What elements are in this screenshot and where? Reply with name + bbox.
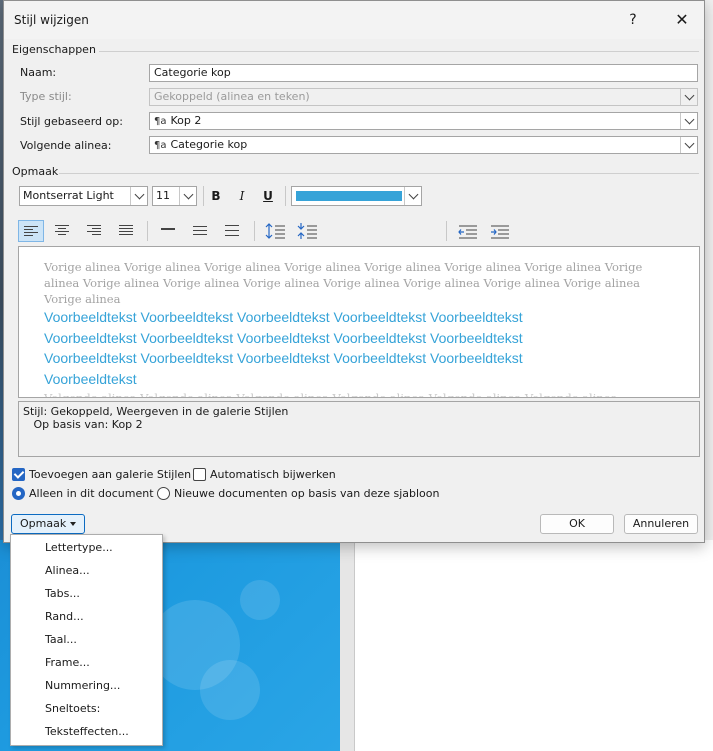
- next-paragraph-value: Categorie kop: [170, 138, 248, 151]
- font-name-value: Montserrat Light: [23, 189, 114, 202]
- caret-down-icon: [70, 522, 77, 526]
- format-menu-button[interactable]: Opmaak: [11, 514, 85, 534]
- format-divider: [59, 173, 699, 174]
- double-spacing-button[interactable]: [220, 220, 246, 242]
- one-half-spacing-icon: [193, 226, 207, 237]
- menu-item-text-effects[interactable]: Teksteffecten...: [45, 725, 129, 738]
- style-type-label: Type stijl:: [20, 90, 72, 103]
- indent-icon: [491, 225, 509, 239]
- font-color-select[interactable]: [291, 186, 422, 206]
- increase-indent-button[interactable]: [487, 220, 513, 242]
- single-spacing-icon: [161, 228, 175, 232]
- name-label: Naam:: [20, 66, 57, 79]
- title-bar: Stijl wijzigen ? ✕: [4, 1, 704, 39]
- properties-divider: [99, 51, 699, 52]
- preview-previous-paragraph: Vorige alinea Vorige alinea Vorige aline…: [44, 260, 643, 306]
- double-spacing-icon: [225, 225, 239, 238]
- toolbar-separator: [446, 221, 447, 241]
- bold-button[interactable]: B: [205, 186, 227, 206]
- style-description-line: Op basis van: Kop 2: [23, 418, 143, 431]
- spacing-increase-icon: [265, 223, 285, 239]
- menu-item-paragraph[interactable]: Alinea...: [45, 564, 90, 577]
- single-spacing-button[interactable]: [156, 220, 182, 242]
- decrease-indent-button[interactable]: [455, 220, 481, 242]
- align-right-button[interactable]: [82, 220, 108, 242]
- close-button[interactable]: ✕: [662, 5, 702, 35]
- preview-sample-text: Voorbeeldtekst Voorbeeldtekst Voorbeeldt…: [44, 309, 523, 387]
- based-on-value: Kop 2: [170, 114, 202, 127]
- align-right-icon: [87, 225, 101, 237]
- underline-button[interactable]: U: [257, 186, 279, 206]
- format-section-title: Opmaak: [12, 165, 59, 178]
- only-this-document-label[interactable]: Alleen in dit document: [29, 487, 154, 500]
- toolbar-separator: [285, 186, 286, 206]
- dialog-title: Stijl wijzigen: [14, 13, 89, 27]
- properties-section-title: Eigenschappen: [12, 43, 96, 56]
- outdent-icon: [458, 225, 477, 239]
- background-page-border: [354, 540, 355, 751]
- align-center-icon: [55, 225, 69, 237]
- align-center-button[interactable]: [50, 220, 76, 242]
- font-size-select[interactable]: 11: [152, 186, 197, 206]
- align-left-icon: [24, 226, 38, 238]
- font-size-value: 11: [156, 189, 170, 202]
- font-name-select[interactable]: Montserrat Light: [19, 186, 148, 206]
- chevron-down-icon: [680, 89, 697, 105]
- toolbar-separator: [147, 221, 148, 241]
- name-value: Categorie kop: [154, 66, 231, 79]
- toolbar-separator: [203, 186, 204, 206]
- format-dropdown-menu: Lettertype... Alinea... Tabs... Rand... …: [10, 534, 163, 746]
- style-preview: Vorige alinea Vorige alinea Vorige aline…: [18, 246, 700, 398]
- menu-item-numbering[interactable]: Nummering...: [45, 679, 120, 692]
- chevron-down-icon[interactable]: [179, 187, 196, 205]
- spacing-decrease-icon: [297, 223, 317, 239]
- name-input[interactable]: Categorie kop: [149, 64, 698, 82]
- one-half-spacing-button[interactable]: [188, 220, 214, 242]
- menu-item-language[interactable]: Taal...: [45, 633, 77, 646]
- preview-next-paragraph: Volgende alinea Volgende alinea Volgende…: [44, 391, 618, 398]
- menu-item-tabs[interactable]: Tabs...: [45, 587, 80, 600]
- new-documents-label[interactable]: Nieuwe documenten op basis van deze sjab…: [174, 487, 439, 500]
- style-description: Stijl: Gekoppeld, Weergeven in de galeri…: [18, 401, 700, 457]
- align-left-button[interactable]: [18, 220, 44, 242]
- next-paragraph-label: Volgende alinea:: [20, 139, 112, 152]
- format-menu-label: Opmaak: [20, 517, 67, 530]
- justify-icon: [119, 225, 133, 237]
- add-to-gallery-label[interactable]: Toevoegen aan galerie Stijlen: [29, 468, 191, 481]
- style-type-select: Gekoppeld (alinea en teken): [149, 88, 698, 106]
- menu-item-frame[interactable]: Frame...: [45, 656, 90, 669]
- add-to-gallery-checkbox[interactable]: [12, 468, 25, 481]
- help-button[interactable]: ?: [616, 5, 650, 35]
- menu-item-font[interactable]: Lettertype...: [45, 541, 113, 554]
- chevron-down-icon[interactable]: [404, 187, 421, 205]
- justify-button[interactable]: [114, 220, 140, 242]
- chevron-down-icon[interactable]: [680, 137, 697, 153]
- chevron-down-icon[interactable]: [680, 113, 697, 129]
- cancel-button[interactable]: Annuleren: [624, 514, 698, 534]
- only-this-document-radio[interactable]: [12, 487, 25, 500]
- modify-style-dialog: Stijl wijzigen ? ✕ Eigenschappen Naam: C…: [3, 0, 705, 543]
- ok-button[interactable]: OK: [540, 514, 614, 534]
- based-on-label: Stijl gebaseerd op:: [20, 115, 123, 128]
- style-type-value: Gekoppeld (alinea en teken): [154, 90, 310, 103]
- based-on-select[interactable]: ¶a Kop 2: [149, 112, 698, 130]
- menu-item-border[interactable]: Rand...: [45, 610, 84, 623]
- paragraph-style-icon: ¶a: [154, 116, 167, 127]
- auto-update-checkbox[interactable]: [193, 468, 206, 481]
- paragraph-style-icon: ¶a: [154, 140, 167, 151]
- chevron-down-icon[interactable]: [130, 187, 147, 205]
- italic-button[interactable]: I: [231, 186, 253, 206]
- new-documents-radio[interactable]: [157, 487, 170, 500]
- increase-spacing-button[interactable]: [263, 220, 289, 242]
- decrease-spacing-button[interactable]: [295, 220, 321, 242]
- background-page-gap: [340, 540, 355, 751]
- auto-update-label[interactable]: Automatisch bijwerken: [210, 468, 336, 481]
- toolbar-separator: [254, 221, 255, 241]
- next-paragraph-select[interactable]: ¶a Categorie kop: [149, 136, 698, 154]
- style-description-line: Stijl: Gekoppeld, Weergeven in de galeri…: [23, 405, 289, 418]
- font-color-swatch: [296, 191, 402, 201]
- background-scroll-area: [704, 0, 713, 540]
- menu-item-shortcut-key[interactable]: Sneltoets:: [45, 702, 100, 715]
